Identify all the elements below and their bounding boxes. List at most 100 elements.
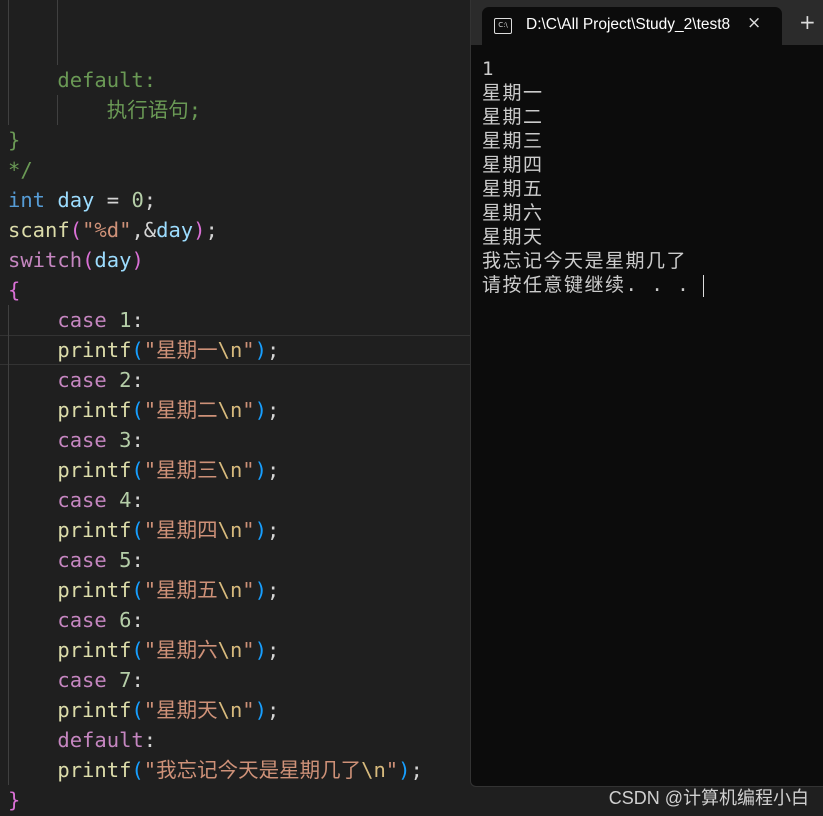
code-line: printf("星期天\n"); [8, 695, 279, 725]
code-token: printf [8, 518, 132, 542]
output-line: 请按任意键继续. . . [482, 273, 705, 297]
code-token: switch [8, 248, 83, 272]
output-line: 星期四 [482, 153, 704, 177]
code-token: } [8, 788, 21, 812]
code-token: ( [131, 638, 144, 662]
code-token: : [131, 608, 144, 632]
code-line: case 6: [8, 605, 144, 635]
code-token: \n [217, 398, 243, 422]
code-token: ( [131, 518, 144, 542]
output-text: 1 [482, 58, 495, 80]
code-token: ; [266, 518, 280, 542]
code-token: "星期天 [143, 698, 218, 722]
code-token: int [8, 188, 46, 212]
code-line: printf("我忘记今天是星期几了\n"); [8, 755, 422, 785]
code-token: "星期六 [143, 638, 218, 662]
indent-guide [57, 0, 58, 65]
output-text: 请按任意键继续. . . [482, 274, 704, 296]
code-token: { [8, 278, 21, 302]
code-token: \n [217, 638, 243, 662]
code-token: \n [217, 578, 243, 602]
code-line: scanf("%d",&day); [8, 215, 218, 245]
code-token: */ [8, 158, 33, 182]
code-line: case 2: [8, 365, 144, 395]
code-token: printf [8, 698, 132, 722]
tab-title: D:\C\All Project\Study_2\test8 [526, 16, 731, 33]
code-token: scanf [8, 218, 70, 242]
terminal-output: 1 星期一 星期二 星期三 星期四 星期五 星期六 星期天 我忘记今天是星期几了 请按任意键继续.… [482, 57, 705, 297]
code-token: ) [193, 218, 206, 242]
code-line: printf("星期三\n"); [8, 455, 279, 485]
code-line: default: [8, 725, 156, 755]
code-token: ) [254, 338, 267, 362]
code-token: "我忘记今天是星期几了 [143, 758, 362, 782]
code-token: ; [266, 458, 280, 482]
code-line: } [8, 125, 20, 155]
code-line: } [8, 785, 20, 815]
code-token: 4 [119, 488, 132, 512]
code-token: : [131, 488, 144, 512]
close-icon[interactable]: × [747, 13, 761, 33]
watermark: CSDN @计算机编程小白 [608, 788, 809, 808]
terminal-tab[interactable]: C:\ D:\C\All Project\Study_2\test8 × [482, 7, 782, 45]
code-line: case 4: [8, 485, 144, 515]
code-token: : [131, 668, 144, 692]
code-token: printf [8, 758, 132, 782]
code-token: ; [266, 338, 280, 362]
code-line: switch(day) [8, 245, 144, 275]
code-token: \n [361, 758, 386, 782]
code-token: ( [82, 248, 95, 272]
code-token: 3 [119, 428, 132, 452]
code-token: ( [69, 218, 83, 242]
code-token: 1 [119, 308, 132, 332]
code-token: 执行语句; [8, 98, 202, 122]
code-line: printf("星期四\n"); [8, 515, 279, 545]
output-line: 星期五 [482, 177, 704, 201]
code-token: " [242, 638, 255, 662]
output-line: 1 [482, 57, 704, 81]
code-token: \n [217, 698, 243, 722]
code-token: " [242, 338, 255, 362]
code-token: case [8, 668, 120, 692]
code-token: ( [131, 338, 144, 362]
code-token: = [94, 188, 132, 212]
code-token: ) [254, 698, 267, 722]
code-token: : [131, 428, 144, 452]
code-token: "星期二 [143, 398, 218, 422]
code-token: " [385, 758, 399, 782]
code-line: printf("星期一\n"); [8, 335, 279, 365]
code-token: ( [131, 698, 144, 722]
output-text: 星期四 [482, 154, 544, 176]
code-token: 0 [131, 188, 144, 212]
code-token: 5 [119, 548, 132, 572]
new-tab-button[interactable]: + [799, 10, 816, 34]
code-token: default: [8, 68, 157, 92]
terminal-window[interactable]: C:\ D:\C\All Project\Study_2\test8 × + 1… [470, 0, 823, 787]
code-token: day [57, 188, 95, 212]
code-token: : [143, 728, 157, 752]
code-token: : [131, 368, 144, 392]
code-token: ) [254, 458, 267, 482]
code-token: ,& [131, 218, 157, 242]
code-token: \n [217, 518, 243, 542]
code-token: default [8, 728, 144, 752]
code-token: ( [131, 578, 144, 602]
code-token: ) [398, 758, 411, 782]
output-line: 星期天 [482, 225, 704, 249]
code-token: "星期四 [143, 518, 218, 542]
code-line: printf("星期五\n"); [8, 575, 279, 605]
code-token: \n [217, 338, 243, 362]
code-token: ) [254, 638, 267, 662]
output-line: 星期三 [482, 129, 704, 153]
output-text: 星期五 [482, 178, 544, 200]
code-token: ( [131, 758, 144, 782]
output-line: 星期一 [482, 81, 704, 105]
output-text: 我忘记今天是星期几了 [482, 250, 688, 272]
output-line: 星期二 [482, 105, 704, 129]
output-text: 星期六 [482, 202, 544, 224]
code-token: "星期三 [143, 458, 218, 482]
output-text: 星期三 [482, 130, 544, 152]
code-token: ; [266, 698, 280, 722]
code-editor[interactable]: default: 执行语句;} */ int day = 0; scanf("%d",… [0, 0, 470, 816]
tab-bar: C:\ D:\C\All Project\Study_2\test8 × + [471, 0, 823, 45]
